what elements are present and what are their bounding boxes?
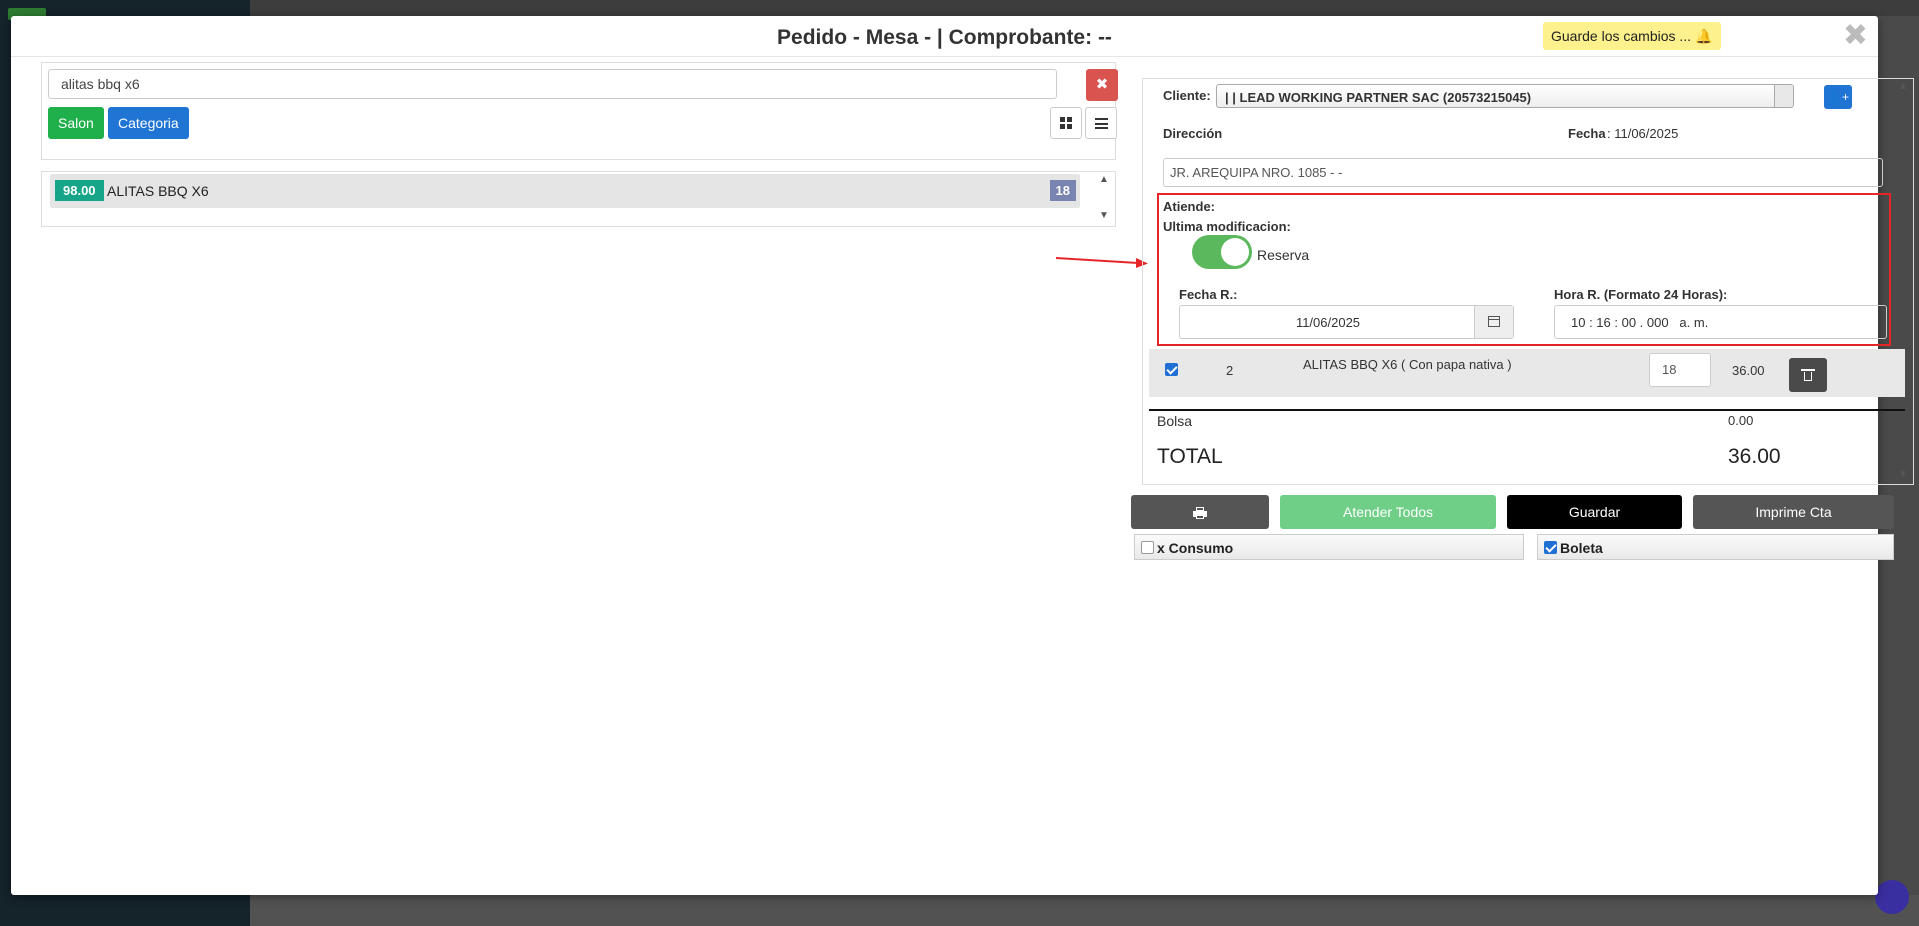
print-button[interactable] — [1131, 495, 1269, 529]
product-list-scrollbar[interactable]: ▲ ▼ — [1099, 174, 1111, 224]
scroll-up-icon[interactable]: ▲ — [1099, 174, 1109, 185]
bolsa-label: Bolsa — [1157, 413, 1193, 429]
annotation-arrow-icon — [1056, 257, 1148, 268]
item-qty: 2 — [1226, 363, 1234, 378]
cliente-label: Cliente: — [1163, 88, 1211, 103]
list-view-button[interactable] — [1085, 107, 1117, 139]
x-consumo-label: x Consumo — [1157, 540, 1234, 556]
grid-view-button[interactable] — [1050, 107, 1082, 139]
scroll-down-icon[interactable]: ▼ — [1099, 210, 1109, 221]
order-modal: Pedido - Mesa - | Comprobante: -- Guarde… — [11, 16, 1914, 895]
hora-reserva-value: 10 : 16 : 00 . 000 a. m. — [1571, 315, 1709, 330]
salon-filter-button[interactable]: Salon — [48, 107, 104, 139]
fecha-value: : 11/06/2025 — [1607, 126, 1679, 141]
order-item-row: 2 ALITAS BBQ X6 ( Con papa nativa ) 18 3… — [1149, 349, 1905, 397]
boleta-label: Boleta — [1560, 540, 1603, 556]
hora-reserva-label: Hora R. (Formato 24 Horas): — [1554, 287, 1728, 302]
grid-icon — [1060, 117, 1072, 129]
close-icon[interactable]: ✖ — [1843, 21, 1868, 51]
atiende-label: Atiende: — [1163, 199, 1215, 214]
x-consumo-option[interactable]: x Consumo — [1134, 534, 1524, 560]
product-price-badge: 98.00 — [55, 180, 104, 201]
cliente-select[interactable]: | | LEAD WORKING PARTNER SAC (2057321504… — [1216, 84, 1794, 108]
list-icon — [1095, 118, 1108, 129]
hora-reserva-input[interactable]: 10 : 16 : 00 . 000 a. m. — [1554, 305, 1887, 339]
clear-search-button[interactable]: ✖ — [1086, 69, 1118, 101]
imprime-cta-button[interactable]: Imprime Cta — [1693, 495, 1894, 529]
product-search-panel: ✖ Salon Categoria — [41, 62, 1118, 160]
chevron-down-icon — [1774, 85, 1793, 107]
fecha-reserva-value: 11/06/2025 — [1295, 315, 1361, 330]
item-subtotal: 36.00 — [1732, 363, 1765, 378]
modal-header: Pedido - Mesa - | Comprobante: -- Guarde… — [11, 16, 1878, 57]
direccion-input[interactable]: JR. AREQUIPA NRO. 1085 - - — [1163, 158, 1883, 187]
add-client-button[interactable]: 👤+ — [1824, 85, 1852, 109]
ultima-modificacion-label: Ultima modificacion: — [1163, 219, 1291, 234]
boleta-checkbox[interactable] — [1544, 541, 1557, 554]
reserva-label: Reserva — [1257, 247, 1310, 263]
product-stock-badge: 18 — [1049, 180, 1076, 201]
calendar-icon — [1488, 316, 1500, 327]
app-topbar-backdrop — [0, 0, 1919, 16]
fecha-label: Fecha — [1568, 126, 1606, 141]
bell-icon: 🔔 — [1695, 28, 1713, 44]
reserva-toggle[interactable] — [1192, 235, 1252, 269]
alert-text: Guarde los cambios ... — [1551, 28, 1692, 44]
calendar-button[interactable] — [1474, 306, 1513, 338]
order-detail-panel: Cliente: | | LEAD WORKING PARTNER SAC (2… — [1142, 78, 1914, 485]
boleta-option[interactable]: Boleta — [1537, 534, 1894, 560]
direccion-label: Dirección — [1163, 126, 1223, 141]
product-list: 98.00 ALITAS BBQ X6 18 ▲ ▼ — [41, 171, 1116, 227]
fecha-reserva-label: Fecha R.: — [1179, 287, 1238, 302]
guardar-button[interactable]: Guardar — [1507, 495, 1682, 529]
atender-todos-button[interactable]: Atender Todos — [1280, 495, 1496, 529]
delete-item-button[interactable] — [1789, 358, 1827, 392]
app-footer-backdrop — [250, 895, 1919, 926]
item-price-input[interactable]: 18 — [1649, 353, 1711, 387]
trash-icon — [1801, 369, 1815, 381]
floating-action-button[interactable] — [1875, 880, 1909, 914]
total-value: 36.00 — [1728, 445, 1781, 468]
item-checkbox[interactable] — [1165, 363, 1178, 376]
order-panel-scrollbar[interactable]: ▲ ▼ — [1898, 79, 1910, 484]
cliente-value: | | LEAD WORKING PARTNER SAC (2057321504… — [1225, 90, 1532, 105]
fecha-reserva-input[interactable]: 11/06/2025 — [1179, 305, 1514, 339]
print-icon — [1193, 507, 1207, 520]
x-consumo-checkbox[interactable] — [1141, 541, 1154, 554]
bolsa-value: 0.00 — [1728, 413, 1754, 428]
toggle-knob — [1221, 238, 1249, 266]
total-label: TOTAL — [1157, 445, 1223, 468]
scroll-up-icon[interactable]: ▲ — [1898, 81, 1908, 92]
product-name: ALITAS BBQ X6 — [107, 183, 209, 199]
unsaved-changes-alert: Guarde los cambios ... 🔔 — [1543, 22, 1721, 50]
user-plus-icon: 👤+ — [1827, 90, 1849, 104]
categoria-filter-button[interactable]: Categoria — [108, 107, 189, 139]
item-description: ALITAS BBQ X6 ( Con papa nativa ) — [1303, 357, 1512, 372]
scroll-down-icon[interactable]: ▼ — [1898, 469, 1908, 480]
product-search-input[interactable] — [48, 69, 1057, 99]
totals-divider — [1149, 409, 1905, 411]
product-item[interactable]: 98.00 ALITAS BBQ X6 18 — [50, 174, 1080, 208]
